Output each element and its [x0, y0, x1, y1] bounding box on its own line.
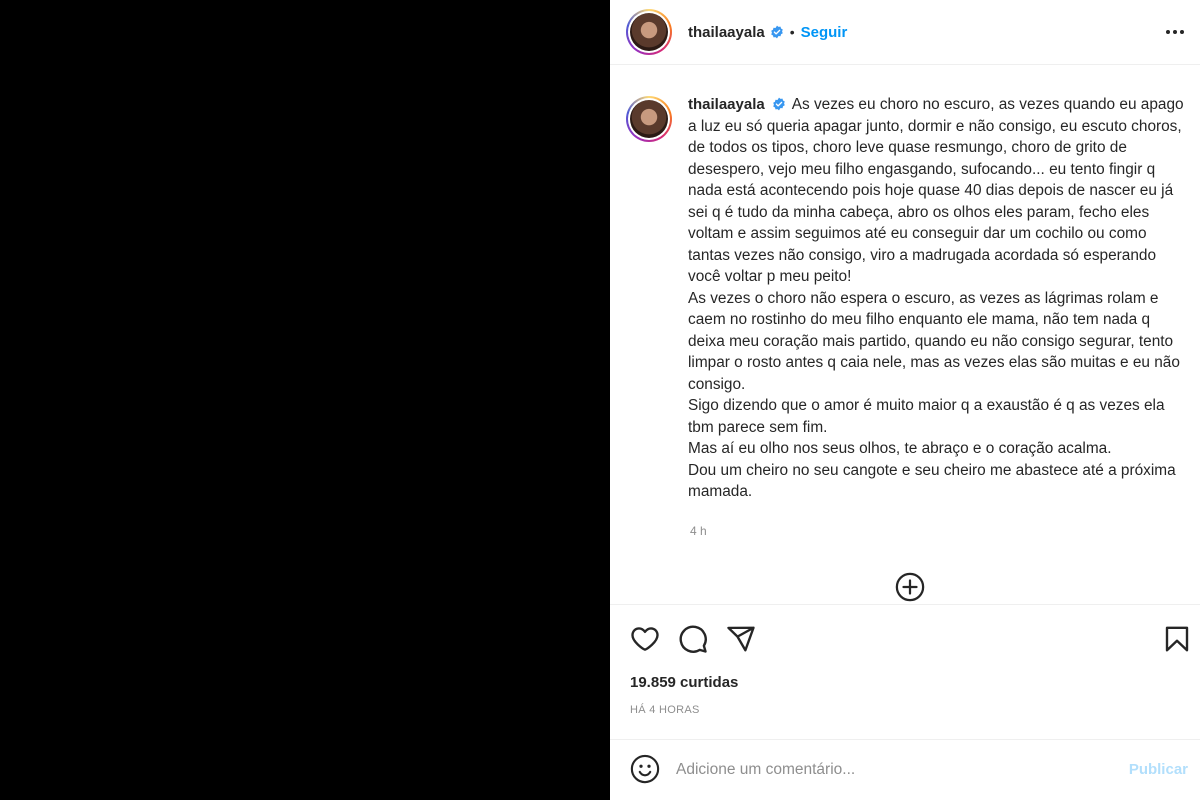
verified-badge-icon [772, 97, 785, 111]
publish-button[interactable]: Publicar [1129, 761, 1188, 778]
caption-username[interactable]: thailaayala [688, 96, 765, 113]
caption-timestamp[interactable]: 4 h [690, 524, 707, 538]
emoji-smile-icon[interactable] [630, 754, 660, 784]
bookmark-icon[interactable] [1162, 624, 1192, 654]
action-bar [610, 620, 1200, 658]
caption-area: thailaayala As vezes eu choro no escuro, … [610, 66, 1200, 604]
likes-count[interactable]: 19.859 curtidas [630, 674, 738, 691]
posted-time[interactable]: HÁ 4 HORAS [630, 704, 700, 716]
caption-avatar-image [630, 100, 668, 138]
comment-input[interactable] [676, 758, 1096, 782]
caption-row: thailaayala As vezes eu choro no escuro, … [626, 94, 1186, 503]
follow-button[interactable]: Seguir [801, 24, 848, 41]
avatar[interactable] [626, 9, 672, 55]
avatar-image [630, 13, 668, 51]
header-username[interactable]: thailaayala [688, 24, 765, 41]
paper-plane-icon[interactable] [726, 624, 756, 654]
caption-avatar[interactable] [626, 96, 672, 142]
post-sidebar-panel: thailaayala • Seguir thailaayala As vezes… [610, 0, 1200, 800]
verified-badge-icon [770, 25, 783, 39]
separator-dot: • [789, 24, 795, 40]
post-media-area [0, 0, 610, 800]
post-header: thailaayala • Seguir [610, 0, 1200, 65]
comment-bubble-icon[interactable] [678, 624, 708, 654]
caption-text: As vezes eu choro no escuro, as vezes qu… [688, 96, 1184, 500]
divider [610, 604, 1200, 605]
plus-circle-icon[interactable] [895, 572, 925, 602]
more-options-icon[interactable] [1162, 20, 1188, 44]
caption-text-block: thailaayala As vezes eu choro no escuro, … [688, 94, 1186, 503]
heart-icon[interactable] [630, 624, 660, 654]
comment-bar: Publicar [610, 740, 1200, 800]
